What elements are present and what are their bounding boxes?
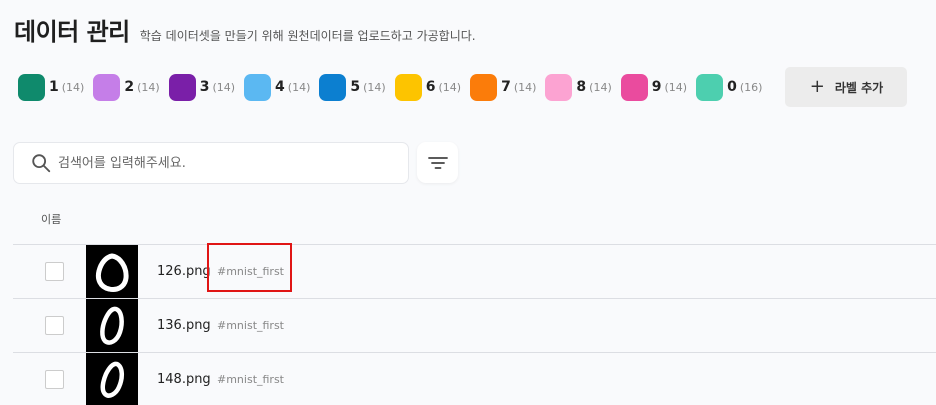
search-icon [32,154,51,173]
search-input[interactable] [58,155,378,171]
table-row[interactable]: 136.png #mnist_first [13,298,936,353]
label-chip-8[interactable]: 8 (14) [545,73,612,101]
digit-zero-image [100,306,124,345]
thumbnail-image[interactable] [86,299,138,353]
label-count: (14) [438,80,462,94]
label-chip-2[interactable]: 2 (14) [93,73,160,101]
label-chip-4[interactable]: 4 (14) [244,73,311,101]
file-tag[interactable]: #mnist_first [217,265,284,278]
label-chip-1[interactable]: 1 (14) [18,73,85,101]
table-row[interactable]: 148.png #mnist_first [13,352,936,405]
column-header-name[interactable]: 이름 [41,211,61,227]
label-color-swatch [394,73,422,101]
label-count: (14) [363,80,386,94]
label-name: 7 [501,79,511,95]
digit-zero-image [95,253,129,292]
label-list: 1 (14) 2 (14) 3 (14) 4 (14) 5 (14) 6 (14… [18,67,908,107]
label-count: (14) [212,80,236,94]
label-name: 8 [576,79,587,95]
label-count: (14) [287,80,311,94]
label-name: 6 [425,79,436,95]
thumbnail-image[interactable] [86,245,138,299]
label-count: (14) [61,80,85,94]
label-count: (14) [513,80,537,94]
file-tag[interactable]: #mnist_first [217,373,284,386]
label-chip-6[interactable]: 6 (14) [394,73,462,101]
label-color-swatch [470,73,498,101]
row-checkbox[interactable] [45,262,64,281]
label-count: (16) [739,80,763,94]
add-label-button[interactable]: + 라벨 추가 [785,67,908,107]
file-name[interactable]: 148.png [157,372,211,387]
label-color-swatch [545,73,573,101]
page-header: 데이터 관리 학습 데이터셋을 만들기 위해 원천데이터를 업로드하고 가공합니… [14,12,476,47]
label-color-swatch [319,73,347,101]
plus-icon: + [809,76,825,97]
label-color-swatch [696,73,724,101]
file-name[interactable]: 126.png [157,264,211,279]
label-chip-3[interactable]: 3 (14) [168,73,236,101]
label-count: (14) [137,80,160,94]
page-title: 데이터 관리 [14,18,130,46]
digit-zero-image [100,361,124,398]
label-name: 3 [199,79,210,95]
label-color-swatch [620,73,648,101]
label-color-swatch [244,73,272,101]
thumbnail-image[interactable] [86,353,138,405]
data-table: 126.png #mnist_first 136.png #mnist_firs… [13,243,936,405]
file-tag[interactable]: #mnist_first [217,319,284,332]
page-description: 학습 데이터셋을 만들기 위해 원천데이터를 업로드하고 가공합니다. [139,29,476,43]
add-label-button-label: 라벨 추가 [834,80,884,95]
label-name: 1 [49,79,59,95]
label-color-swatch [18,73,45,101]
label-chip-5[interactable]: 5 (14) [319,73,386,101]
label-count: (14) [664,80,688,94]
label-name: 0 [727,79,737,95]
label-name: 9 [651,79,662,95]
filter-icon [427,156,448,169]
label-chip-0[interactable]: 0 (16) [696,73,763,101]
table-row[interactable]: 126.png #mnist_first [13,243,936,299]
search-box [13,142,409,184]
label-count: (14) [589,80,612,94]
label-chip-7[interactable]: 7 (14) [470,73,537,101]
row-checkbox[interactable] [45,316,64,335]
label-chip-9[interactable]: 9 (14) [620,73,688,101]
file-name[interactable]: 136.png [157,318,211,333]
label-name: 2 [124,79,135,95]
label-name: 4 [275,79,285,95]
row-checkbox[interactable] [45,370,64,389]
label-color-swatch [93,73,121,101]
filter-button[interactable] [417,142,458,183]
label-name: 5 [350,79,361,95]
label-color-swatch [168,73,196,101]
